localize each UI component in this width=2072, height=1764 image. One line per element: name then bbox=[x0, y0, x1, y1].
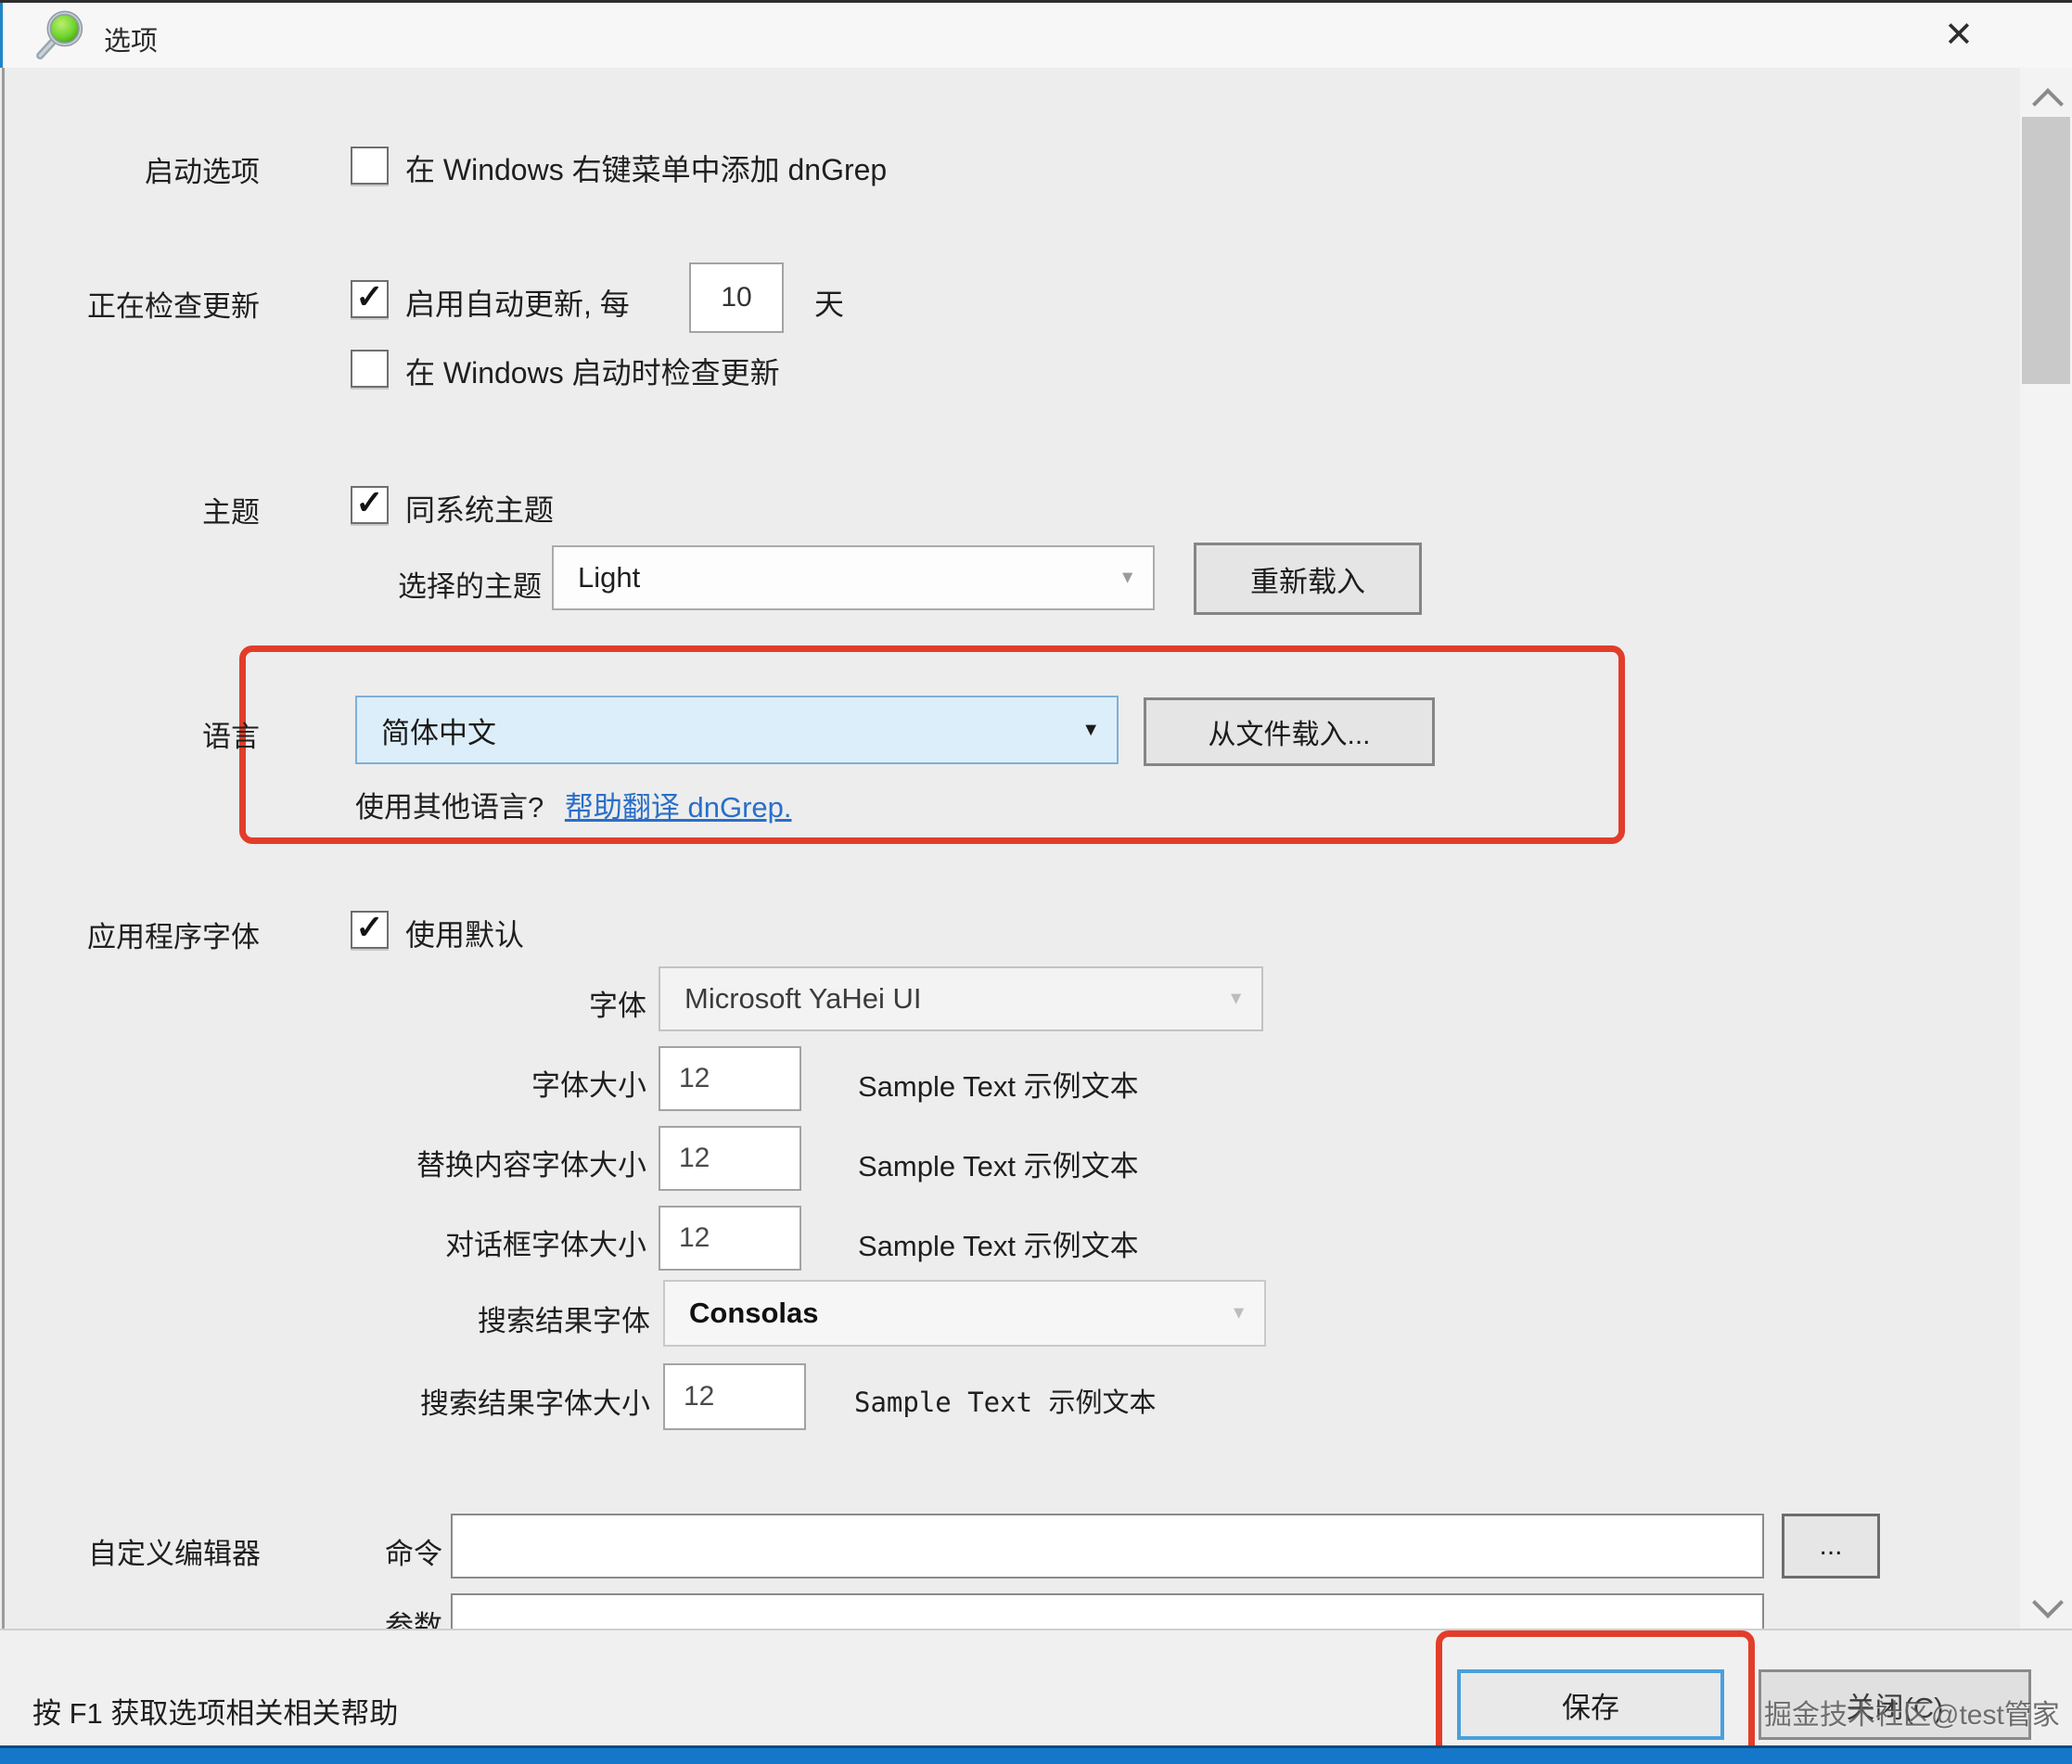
results-font-label: 搜索结果字体 bbox=[261, 1297, 650, 1339]
theme-label: 主题 bbox=[0, 489, 260, 530]
dialog-title: 选项 bbox=[104, 19, 158, 58]
check-icon: ✓ bbox=[355, 911, 383, 944]
other-language-text: 使用其他语言? 帮助翻译 dnGrep. bbox=[355, 784, 792, 825]
check-icon: ✓ bbox=[355, 486, 383, 519]
results-font-size-input[interactable]: 12 bbox=[663, 1363, 806, 1430]
reload-theme-button[interactable]: 重新载入 bbox=[1194, 543, 1422, 615]
chevron-down-icon: ▼ bbox=[1227, 991, 1245, 1008]
scrollbar-thumb[interactable] bbox=[2022, 117, 2070, 384]
follow-system-theme-checkbox[interactable]: ✓ bbox=[351, 486, 389, 524]
results-font-size-label: 搜索结果字体大小 bbox=[261, 1380, 650, 1422]
font-size-input[interactable]: 12 bbox=[659, 1046, 801, 1111]
title-bar: 选项 ✕ bbox=[3, 3, 2072, 68]
dialog-font-size-input[interactable]: 12 bbox=[659, 1206, 801, 1271]
update-interval-input[interactable]: 10 bbox=[689, 262, 784, 333]
options-magnifier-icon bbox=[33, 7, 87, 61]
chevron-down-icon: ▼ bbox=[1230, 1305, 1247, 1323]
font-size-sample: Sample Text 示例文本 bbox=[858, 1063, 1139, 1105]
load-language-from-file-button[interactable]: 从文件载入... bbox=[1144, 697, 1435, 766]
command-input[interactable] bbox=[451, 1514, 1764, 1579]
results-font-value: Consolas bbox=[689, 1297, 819, 1330]
command-label: 命令 bbox=[257, 1530, 442, 1572]
save-button[interactable]: 保存 bbox=[1457, 1669, 1724, 1740]
use-default-font-checkbox[interactable]: ✓ bbox=[351, 911, 389, 949]
follow-system-theme-label[interactable]: 同系统主题 bbox=[405, 487, 554, 530]
browse-command-button[interactable]: ... bbox=[1782, 1514, 1880, 1579]
dngrep-options-dialog: 选项 ✕ 启动选项 在 Windows 右键菜单中添加 dnGrep 正在检查更… bbox=[0, 0, 2072, 1764]
use-default-font-label[interactable]: 使用默认 bbox=[405, 912, 524, 954]
font-size-label: 字体大小 bbox=[368, 1062, 646, 1104]
replace-font-size-sample: Sample Text 示例文本 bbox=[858, 1143, 1139, 1184]
context-menu-checkbox[interactable] bbox=[351, 147, 389, 185]
dialog-font-size-sample: Sample Text 示例文本 bbox=[858, 1222, 1139, 1264]
font-family-value: Microsoft YaHei UI bbox=[684, 982, 922, 1016]
theme-select-value: Light bbox=[578, 561, 640, 594]
results-font-size-sample: Sample Text 示例文本 bbox=[854, 1381, 1157, 1420]
replace-font-size-label: 替换内容字体大小 bbox=[257, 1142, 646, 1183]
check-on-startup-checkbox[interactable] bbox=[351, 350, 389, 388]
watermark-text: 掘金技术社区@test管家 bbox=[1764, 1692, 2060, 1732]
auto-update-label[interactable]: 启用自动更新, 每 bbox=[405, 281, 630, 324]
font-label: 字体 bbox=[368, 982, 646, 1024]
chevron-down-icon: ▼ bbox=[1119, 569, 1136, 587]
check-on-startup-label[interactable]: 在 Windows 启动时检查更新 bbox=[405, 350, 780, 392]
language-select-value: 简体中文 bbox=[381, 709, 496, 751]
help-hint-text: 按 F1 获取选项相关相关帮助 bbox=[32, 1690, 398, 1732]
theme-select[interactable]: Light ▼ bbox=[552, 545, 1155, 610]
check-icon: ✓ bbox=[355, 280, 383, 313]
days-suffix-label: 天 bbox=[814, 281, 844, 324]
translate-dngrep-link[interactable]: 帮助翻译 dnGrep. bbox=[565, 791, 792, 824]
selected-theme-label: 选择的主题 bbox=[263, 563, 542, 605]
chevron-down-icon: ▼ bbox=[1081, 721, 1100, 739]
replace-font-size-input[interactable]: 12 bbox=[659, 1126, 801, 1191]
close-icon[interactable]: ✕ bbox=[1944, 14, 1974, 56]
application-font-label: 应用程序字体 bbox=[0, 914, 260, 955]
font-family-select[interactable]: Microsoft YaHei UI ▼ bbox=[659, 966, 1263, 1031]
language-select[interactable]: 简体中文 ▼ bbox=[355, 696, 1119, 764]
context-menu-checkbox-label[interactable]: 在 Windows 右键菜单中添加 dnGrep bbox=[405, 147, 887, 189]
taskbar-strip bbox=[0, 1745, 2072, 1764]
other-language-question: 使用其他语言? bbox=[355, 791, 544, 824]
results-font-select[interactable]: Consolas ▼ bbox=[663, 1280, 1266, 1347]
startup-options-label: 启动选项 bbox=[0, 148, 260, 190]
checking-updates-label: 正在检查更新 bbox=[0, 283, 260, 325]
auto-update-checkbox[interactable]: ✓ bbox=[351, 280, 389, 318]
custom-editor-label: 自定义编辑器 bbox=[0, 1530, 261, 1572]
language-label: 语言 bbox=[0, 713, 260, 755]
dialog-font-size-label: 对话框字体大小 bbox=[257, 1221, 646, 1263]
